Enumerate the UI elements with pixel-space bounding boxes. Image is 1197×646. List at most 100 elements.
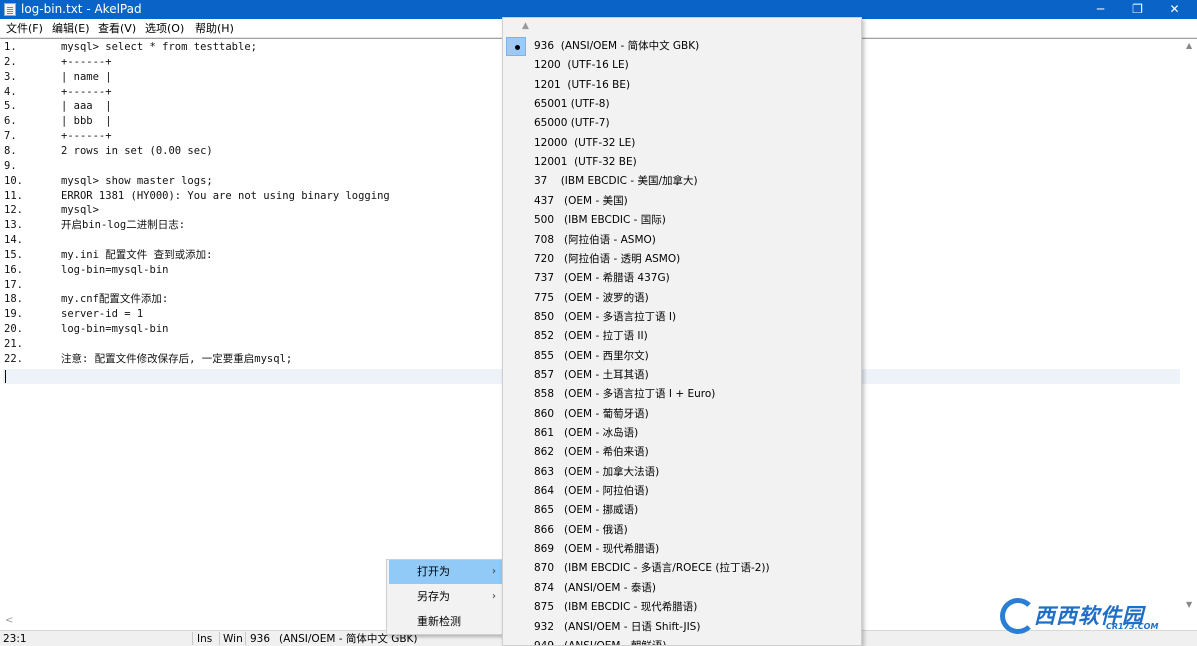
editor-line[interactable]: 17. (4, 278, 61, 293)
encoding-menu-item[interactable]: 858 (OEM - 多语言拉丁语 I + Euro) (505, 385, 861, 404)
encoding-menu-item[interactable]: 862 (OEM - 希伯来语) (505, 443, 861, 462)
menu-item-open-as[interactable]: 打开为 › (389, 560, 502, 584)
close-button[interactable]: ✕ (1156, 0, 1193, 19)
encoding-menu-item[interactable]: 857 (OEM - 土耳其语) (505, 366, 861, 385)
newline-format[interactable]: Win (223, 632, 243, 646)
menu-edit[interactable]: 编辑(E) (52, 21, 90, 36)
editor-line[interactable]: 10. mysql> show master logs; (4, 174, 213, 189)
insert-mode[interactable]: Ins (197, 632, 212, 646)
vertical-scrollbar[interactable]: ▲ ▼ (1183, 39, 1197, 615)
line-text: +------+ (61, 85, 112, 98)
encoding-menu-item[interactable]: 866 (OEM - 俄语) (505, 521, 861, 540)
editor-line[interactable]: 22. 注意: 配置文件修改保存后, 一定要重启mysql; (4, 352, 292, 367)
encoding-label: 860 (OEM - 葡萄牙语) (534, 407, 649, 420)
encoding-menu-item[interactable]: 870 (IBM EBCDIC - 多语言/ROECE (拉丁语-2)) (505, 559, 861, 578)
encoding-menu-item[interactable]: 932 (ANSI/OEM - 日语 Shift-JIS) (505, 618, 861, 637)
editor-line[interactable]: 9. (4, 159, 61, 174)
encoding-menu-item[interactable]: 936 (ANSI/OEM - 简体中文 GBK) (505, 37, 861, 56)
codepage-number[interactable]: 936 (250, 632, 270, 646)
encoding-menu-item[interactable]: 850 (OEM - 多语言拉丁语 I) (505, 308, 861, 327)
editor-line[interactable]: 16. log-bin=mysql-bin (4, 263, 168, 278)
encoding-menu-item[interactable]: 875 (IBM EBCDIC - 现代希腊语) (505, 598, 861, 617)
encoding-menu-item[interactable]: 500 (IBM EBCDIC - 国际) (505, 211, 861, 230)
line-number: 22. (4, 352, 23, 365)
encoding-menu-item[interactable]: 855 (OEM - 西里尔文) (505, 347, 861, 366)
encoding-label: 500 (IBM EBCDIC - 国际) (534, 214, 666, 227)
encoding-label: 866 (OEM - 俄语) (534, 523, 628, 536)
scroll-left-icon[interactable]: < (5, 615, 13, 626)
encoding-menu-item[interactable]: 65001 (UTF-8) (505, 95, 861, 114)
editor-line[interactable]: 21. (4, 337, 61, 352)
encoding-menu-item[interactable]: 1201 (UTF-16 BE) (505, 76, 861, 95)
scroll-up-icon[interactable]: ▲ (1186, 41, 1192, 50)
watermark-domain: CR173.COM (1106, 622, 1159, 631)
menu-item-redetect[interactable]: 重新检测 (389, 610, 502, 634)
line-text: +------+ (61, 130, 112, 143)
editor-line[interactable]: 7. +------+ (4, 129, 112, 144)
encoding-menu-item[interactable]: 860 (OEM - 葡萄牙语) (505, 405, 861, 424)
cursor-position: 23:1 (3, 633, 27, 645)
editor-line[interactable]: 18. my.cnf配置文件添加: (4, 292, 168, 307)
encoding-label: 949 (ANSI/OEM - 朝鲜语) (534, 639, 667, 646)
encoding-label: 862 (OEM - 希伯来语) (534, 446, 649, 459)
editor-line[interactable]: 13. 开启bin-log二进制日志: (4, 218, 185, 233)
encoding-menu-item[interactable]: 949 (ANSI/OEM - 朝鲜语) (505, 637, 861, 646)
menu-view[interactable]: 查看(V) (98, 21, 136, 36)
editor-line[interactable]: 4. +------+ (4, 85, 112, 100)
editor-line[interactable]: 14. (4, 233, 61, 248)
encoding-menu-item[interactable]: 708 (阿拉伯语 - ASMO) (505, 231, 861, 250)
encoding-menu-item[interactable]: 65000 (UTF-7) (505, 114, 861, 133)
line-text: ERROR 1381 (HY000): You are not using bi… (61, 189, 390, 202)
encoding-menu-item[interactable]: 869 (OEM - 现代希腊语) (505, 540, 861, 559)
scroll-up-icon[interactable]: ▲ (522, 21, 529, 31)
encoding-menu-item[interactable]: 865 (OEM - 挪威语) (505, 501, 861, 520)
encoding-menu-item[interactable]: 12001 (UTF-32 BE) (505, 153, 861, 172)
line-text: mysql> show master logs; (61, 174, 213, 187)
encoding-menu-item[interactable]: 437 (OEM - 美国) (505, 192, 861, 211)
editor-line[interactable]: 6. | bbb | (4, 114, 112, 129)
encoding-menu-item[interactable]: 737 (OEM - 希腊语 437G) (505, 269, 861, 288)
editor-line[interactable]: 15. my.ini 配置文件 查到或添加: (4, 248, 212, 263)
encoding-menu-item[interactable]: 874 (ANSI/OEM - 泰语) (505, 579, 861, 598)
maximize-button[interactable]: ❐ (1119, 0, 1156, 19)
encoding-label: 775 (OEM - 波罗的语) (534, 291, 649, 304)
menu-item-save-as[interactable]: 另存为 › (389, 585, 502, 609)
editor-line[interactable]: 3. | name | (4, 70, 112, 85)
editor-line[interactable]: 11. ERROR 1381 (HY000): You are not using… (4, 189, 390, 204)
encoding-menu-item[interactable]: 720 (阿拉伯语 - 透明 ASMO) (505, 250, 861, 269)
encoding-menu-item[interactable]: 863 (OEM - 加拿大法语) (505, 463, 861, 482)
line-number: 2. (4, 55, 17, 68)
line-number: 8. (4, 144, 17, 157)
encoding-menu-item[interactable]: 12000 (UTF-32 LE) (505, 134, 861, 153)
editor-line[interactable]: 1. mysql> select * from testtable; (4, 40, 257, 55)
encoding-label: 870 (IBM EBCDIC - 多语言/ROECE (拉丁语-2)) (534, 562, 770, 575)
minimize-button[interactable]: ─ (1082, 0, 1119, 19)
scroll-down-icon[interactable]: ▼ (1186, 600, 1192, 609)
selected-check-cell (506, 37, 526, 56)
editor-line[interactable]: 8. 2 rows in set (0.00 sec) (4, 144, 213, 159)
encoding-label: 850 (OEM - 多语言拉丁语 I) (534, 310, 677, 323)
encoding-menu-item[interactable]: 775 (OEM - 波罗的语) (505, 289, 861, 308)
encoding-label: 1201 (UTF-16 BE) (534, 78, 631, 91)
editor-line[interactable]: 19. server-id = 1 (4, 307, 143, 322)
line-number: 17. (4, 278, 23, 291)
menu-help[interactable]: 帮助(H) (195, 21, 234, 36)
encoding-menu-item[interactable]: 852 (OEM - 拉丁语 II) (505, 327, 861, 346)
encoding-label: 708 (阿拉伯语 - ASMO) (534, 233, 656, 246)
encoding-menu-item[interactable]: 37 (IBM EBCDIC - 美国/加拿大) (505, 172, 861, 191)
encoding-label: 65000 (UTF-7) (534, 117, 610, 130)
editor-line[interactable]: 20. log-bin=mysql-bin (4, 322, 168, 337)
menu-item-label: 另存为 (417, 590, 450, 603)
editor-line[interactable]: 2. +------+ (4, 55, 112, 70)
encoding-label: 12001 (UTF-32 BE) (534, 156, 637, 169)
encoding-menu-item[interactable]: 861 (OEM - 冰岛语) (505, 424, 861, 443)
editor-line[interactable]: 12. mysql> (4, 203, 99, 218)
editor-line[interactable]: 5. | aaa | (4, 99, 112, 114)
menu-file[interactable]: 文件(F) (6, 21, 43, 36)
encoding-label: 932 (ANSI/OEM - 日语 Shift-JIS) (534, 620, 701, 633)
line-number: 7. (4, 130, 17, 143)
menu-options[interactable]: 选项(O) (145, 21, 184, 36)
encoding-label: 874 (ANSI/OEM - 泰语) (534, 581, 657, 594)
encoding-menu-item[interactable]: 864 (OEM - 阿拉伯语) (505, 482, 861, 501)
encoding-menu-item[interactable]: 1200 (UTF-16 LE) (505, 56, 861, 75)
